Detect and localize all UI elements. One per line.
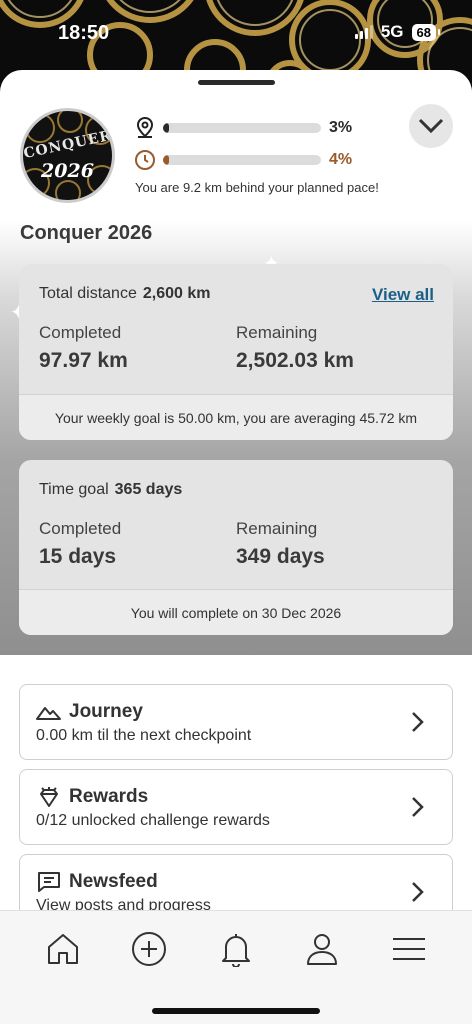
network-label: 5G [380, 22, 404, 41]
distance-progress: 3% [133, 116, 352, 140]
home-icon[interactable] [45, 931, 81, 967]
time-progress-bar [163, 155, 321, 165]
time-remaining-label: Remaining [236, 519, 318, 538]
rewards-subtitle: 0/12 unlocked challenge rewards [36, 812, 270, 829]
chevron-down-icon [418, 118, 444, 134]
distance-completed-label: Completed [39, 323, 122, 342]
clock-icon [135, 150, 155, 170]
time-completed-value: 15 days [39, 545, 117, 568]
distance-card: Total distance 2,600 km View all Complete… [19, 264, 453, 440]
view-all-link[interactable]: View all [372, 285, 434, 305]
distance-goal-label: Total distance [39, 285, 137, 302]
status-bar: 18:50 5G 68 [0, 0, 472, 60]
distance-goal-value: 2,600 km [142, 285, 211, 302]
signal-icon [354, 25, 373, 39]
distance-remaining-label: Remaining [236, 323, 318, 342]
time-progress: 4% [133, 148, 352, 172]
journey-card[interactable]: Journey 0.00 km til the next checkpoint [19, 684, 453, 760]
challenge-title: Conquer 2026 [20, 222, 153, 244]
rewards-card[interactable]: Rewards 0/12 unlocked challenge rewards [19, 769, 453, 845]
challenge-sheet: CONQUER 2026 3% 4% You are 9.2 km behind… [0, 70, 472, 1024]
home-indicator [152, 1008, 320, 1014]
menu-icon[interactable] [391, 931, 427, 967]
distance-goal-row: Total distance 2,600 km [39, 285, 210, 303]
journey-subtitle: 0.00 km til the next checkpoint [36, 727, 252, 744]
time-percent: 4% [329, 151, 353, 168]
time-progress-fill [163, 155, 170, 165]
rewards-title: Rewards [69, 786, 149, 807]
status-time: 18:50 [58, 22, 110, 44]
time-completed-label: Completed [39, 519, 122, 538]
chevron-right-icon [412, 882, 424, 902]
diamond-icon [40, 787, 58, 807]
location-pin-icon [136, 116, 154, 138]
chevron-right-icon [412, 712, 424, 732]
bottom-tab-bar [0, 910, 472, 1024]
time-goal-row: Time goal 365 days [39, 481, 182, 499]
collapse-button[interactable] [409, 104, 453, 148]
weekly-goal-message: Your weekly goal is 50.00 km, you are av… [19, 394, 453, 440]
status-indicators: 5G 68 [354, 22, 441, 42]
distance-progress-fill [163, 123, 170, 133]
profile-icon[interactable] [304, 931, 340, 967]
badge-year: 2026 [41, 160, 94, 182]
challenge-badge[interactable]: CONQUER 2026 [20, 108, 115, 203]
time-card: Time goal 365 days Completed 15 days Rema… [19, 460, 453, 635]
completion-date-message: You will complete on 30 Dec 2026 [19, 589, 453, 635]
battery-icon: 68 [411, 23, 441, 41]
time-remaining-value: 349 days [236, 545, 325, 568]
pace-message: You are 9.2 km behind your planned pace! [135, 180, 379, 195]
message-icon [38, 872, 60, 892]
newsfeed-title: Newsfeed [69, 871, 158, 892]
bell-icon[interactable] [218, 931, 254, 967]
sheet-grabber[interactable] [198, 80, 275, 85]
distance-remaining-value: 2,502.03 km [236, 349, 354, 372]
mountain-icon [36, 707, 61, 720]
distance-completed-value: 97.97 km [39, 349, 128, 372]
distance-progress-bar [163, 123, 321, 133]
distance-percent: 3% [329, 119, 353, 136]
chevron-right-icon [412, 797, 424, 817]
add-circle-icon[interactable] [131, 931, 167, 967]
time-goal-value: 365 days [114, 481, 183, 498]
time-goal-label: Time goal [39, 481, 109, 498]
journey-title: Journey [69, 701, 143, 722]
